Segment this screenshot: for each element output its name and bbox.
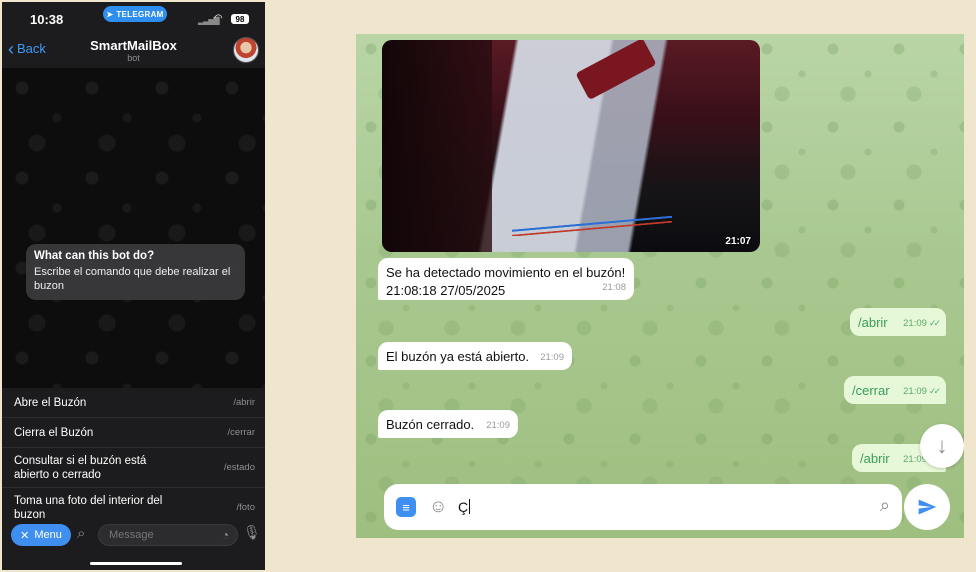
command-name: /abrir <box>233 397 255 408</box>
message-placeholder: Message <box>109 529 154 541</box>
message-text[interactable]: /abrir <box>858 315 888 330</box>
command-description: Abre el Buzón <box>14 396 87 409</box>
message-bubble-out[interactable]: /abrir 21:09✓✓ <box>850 308 946 336</box>
close-icon: ✕ <box>20 529 30 542</box>
command-item[interactable]: Cierra el Buzón /cerrar <box>2 418 265 448</box>
message-bubble-in[interactable]: Se ha detectado movimiento en el buzón! … <box>378 258 634 300</box>
send-button[interactable] <box>904 484 950 530</box>
bot-info-text: Escribe el comando que debe realizar el … <box>34 266 231 292</box>
message-composer[interactable]: ≡ ☺ Ç ⌕ <box>384 484 902 530</box>
microphone-icon[interactable]: 🎙 <box>243 524 261 541</box>
menu-label: Menu <box>34 529 62 541</box>
command-name: /estado <box>223 462 255 473</box>
message-time: 21:09✓✓ <box>903 318 941 329</box>
message-time: 21:09 <box>540 352 564 363</box>
composer-input[interactable]: Ç <box>458 499 471 515</box>
chat-background: What can this bot do? Escribe el comando… <box>2 68 265 388</box>
arrow-down-icon: ↓ <box>936 433 948 458</box>
message-input[interactable]: Message ◔ <box>98 524 238 546</box>
message-bubble-in[interactable]: El buzón ya está abierto. 21:09 <box>378 342 572 370</box>
input-bar: ✕ Menu ⌕ Message ◔ 🎙 <box>2 518 265 570</box>
sticker-icon[interactable]: ◔ <box>222 528 229 542</box>
bot-info-card: What can this bot do? Escribe el comando… <box>26 244 245 300</box>
message-time: 21:07 <box>725 236 751 247</box>
bot-info-title: What can this bot do? <box>34 250 155 262</box>
command-name: /foto <box>236 502 256 513</box>
photo-content <box>575 40 657 101</box>
command-name: /cerrar <box>227 427 255 438</box>
command-item[interactable]: Consultar si el buzón está abierto o cer… <box>2 448 265 488</box>
menu-lines-icon: ≡ <box>402 499 410 515</box>
command-description: Consultar si el buzón está abierto o cer… <box>14 454 147 481</box>
status-bar: 10:38 ➤ TELEGRAM ▂▃▅▇ ◠ 98 <box>2 2 265 38</box>
photo-content <box>382 40 492 252</box>
message-bubble-out[interactable]: /cerrar 21:09 ✓✓ <box>844 376 946 404</box>
message-time: 21:08 <box>602 282 626 293</box>
telegram-pill-label: TELEGRAM <box>116 9 164 19</box>
scroll-down-button[interactable]: ↓ <box>920 424 964 468</box>
message-text: Buzón cerrado. <box>386 417 475 432</box>
menu-button[interactable]: ✕ Menu <box>11 524 71 546</box>
home-indicator <box>90 562 182 565</box>
send-icon <box>918 499 937 515</box>
paperclip-icon[interactable]: ⌕ <box>77 525 85 542</box>
message-time: 21:09✓✓ <box>903 386 941 397</box>
paperclip-icon[interactable]: ⌕ <box>880 495 890 516</box>
message-time: 21:09 <box>486 420 510 431</box>
message-text[interactable]: /cerrar <box>852 383 890 398</box>
wifi-icon: ◠ <box>214 13 223 24</box>
battery-icon: 98 <box>231 14 249 24</box>
telegram-icon: ➤ <box>106 9 114 19</box>
phone-screen: 10:38 ➤ TELEGRAM ▂▃▅▇ ◠ 98 ‹ Back SmartM… <box>2 2 265 570</box>
text-caret <box>469 499 471 514</box>
avatar[interactable] <box>233 37 259 63</box>
bot-commands-button[interactable]: ≡ <box>396 497 416 517</box>
photo-message[interactable]: 21:07 <box>382 40 760 252</box>
desktop-chat: 21:07 Se ha detectado movimiento en el b… <box>356 34 964 538</box>
command-description: Cierra el Buzón <box>14 426 94 439</box>
telegram-pill[interactable]: ➤ TELEGRAM <box>103 6 167 22</box>
chat-header: ‹ Back SmartMailBox bot <box>2 34 265 68</box>
chat-subtitle: bot <box>127 53 140 63</box>
emoji-icon[interactable]: ☺ <box>429 496 447 517</box>
message-text[interactable]: /abrir <box>860 451 890 466</box>
read-checks-icon: ✓✓ <box>928 318 941 328</box>
message-text: El buzón ya está abierto. <box>386 349 530 364</box>
command-list: Abre el Buzón /abrir Cierra el Buzón /ce… <box>2 388 265 528</box>
message-text: Se ha detectado movimiento en el buzón! <box>386 265 626 280</box>
read-checks-icon: ✓✓ <box>928 386 941 396</box>
chat-title[interactable]: SmartMailBox <box>2 38 265 53</box>
command-item[interactable]: Abre el Buzón /abrir <box>2 388 265 418</box>
message-bubble-in[interactable]: Buzón cerrado. 21:09 <box>378 410 518 438</box>
message-text: 21:08:18 27/05/2025 <box>386 283 506 298</box>
status-time: 10:38 <box>30 12 64 27</box>
photo-content <box>512 216 672 236</box>
